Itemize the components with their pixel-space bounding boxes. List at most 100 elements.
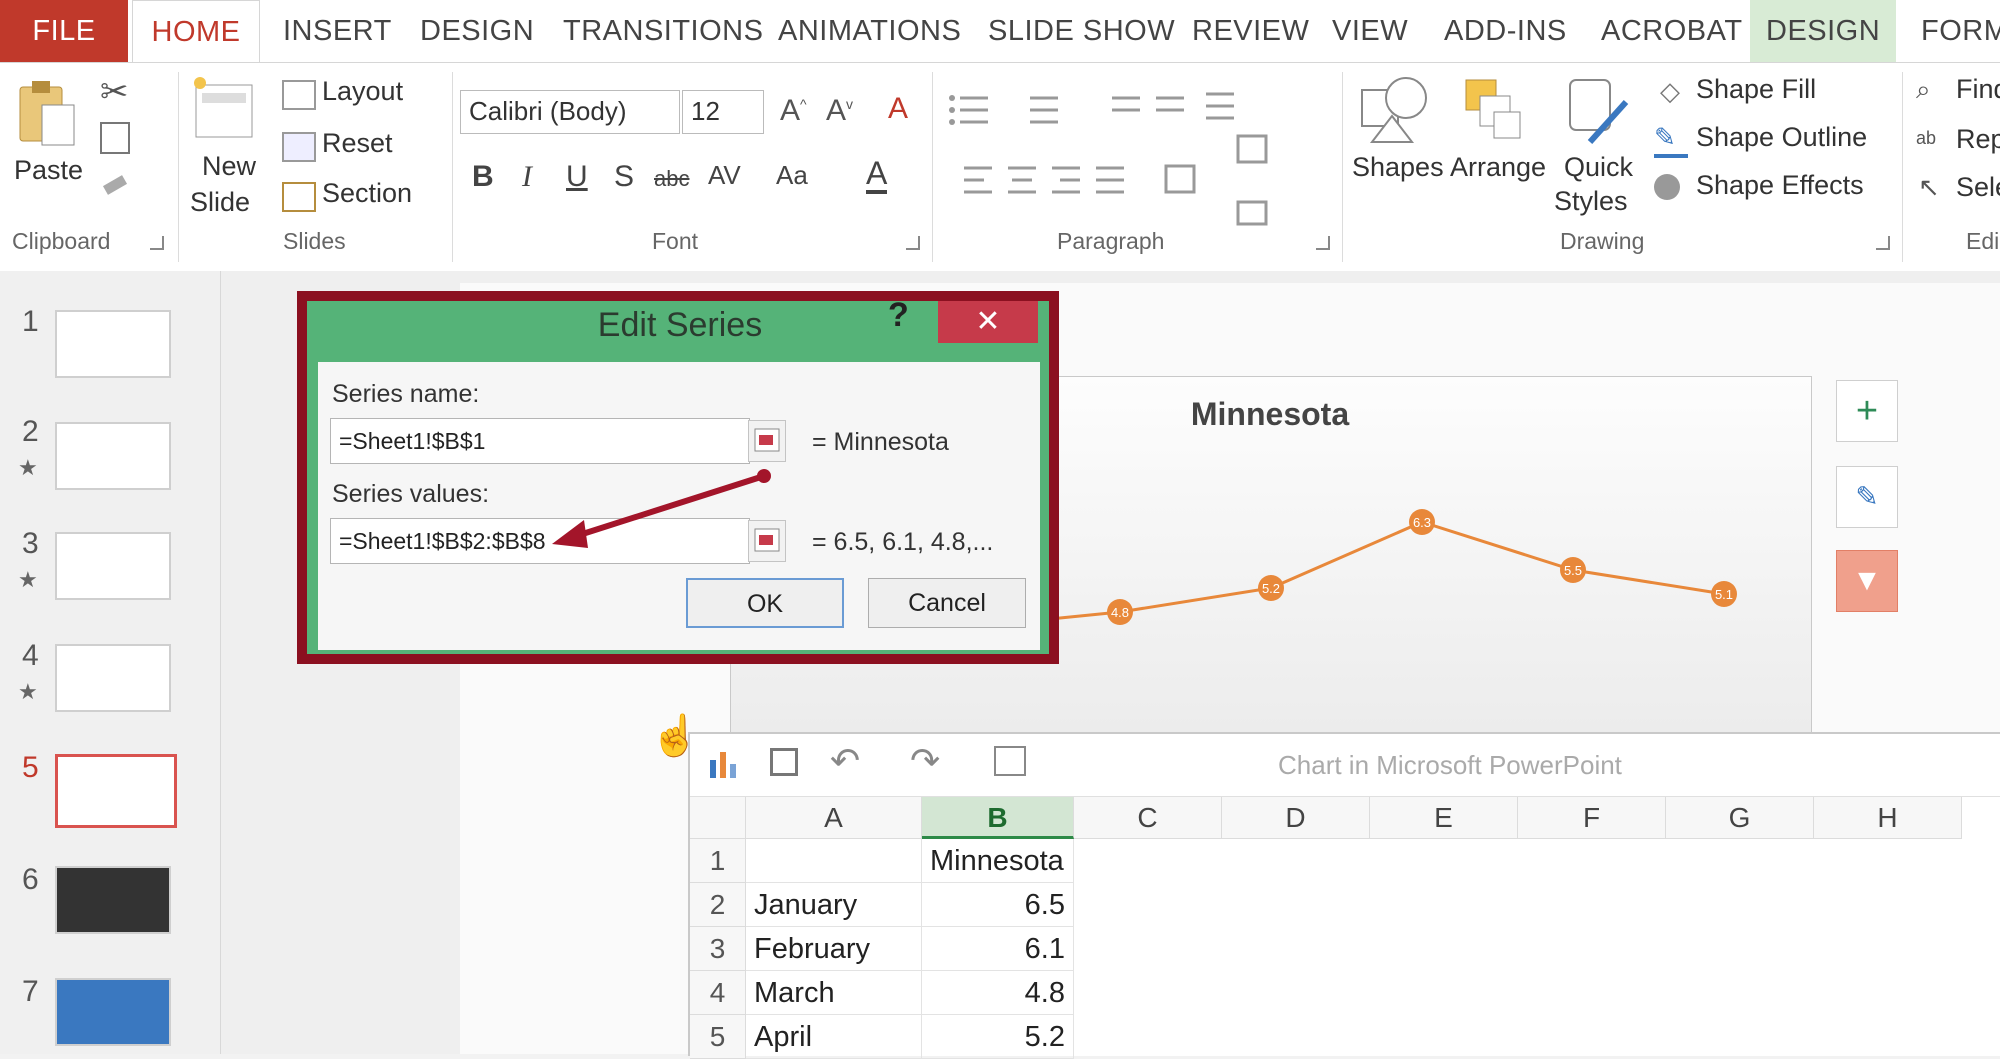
save-icon[interactable] [770,748,798,776]
series-name-input[interactable]: =Sheet1!$B$1 [330,418,750,464]
slide-thumbnail-2[interactable] [55,422,171,490]
row-header[interactable]: 4 [690,971,746,1015]
tab-review[interactable]: REVIEW [1192,0,1309,62]
close-button[interactable]: ✕ [938,301,1038,343]
new-slide-button[interactable]: New Slide [190,75,270,225]
cell-b1[interactable]: Minnesota [922,839,1074,883]
bold-icon[interactable]: B [472,160,494,194]
paste-button[interactable]: Paste [12,75,84,205]
cell-a2[interactable]: January [746,883,922,927]
chart-styles-button[interactable]: ✎ [1836,466,1898,528]
shadow-icon[interactable]: S [614,160,634,194]
tab-view[interactable]: VIEW [1332,0,1408,62]
cell-b5[interactable]: 5.2 [922,1015,1074,1059]
tab-chart-design[interactable]: DESIGN [1750,0,1897,62]
shape-effects-label: Shape Effects [1696,170,1864,200]
tab-acrobat[interactable]: ACROBAT [1601,0,1743,62]
column-header-selected[interactable]: B [922,797,1074,839]
chart-icon[interactable] [708,748,742,785]
slide-thumbnail-1[interactable] [55,310,171,378]
chart-elements-button[interactable]: + [1836,380,1898,442]
clear-formatting-icon[interactable]: A [888,92,908,126]
tab-insert[interactable]: INSERT [283,0,392,62]
row-header[interactable]: 2 [690,883,746,927]
drawing-launcher-icon[interactable] [1876,236,1890,250]
edit-data-in-excel-icon[interactable] [994,746,1026,776]
cell-b2[interactable]: 6.5 [922,883,1074,927]
animation-star-icon: ★ [18,679,38,704]
annotation-arrow-icon [552,469,771,548]
slide-thumbnail-6[interactable] [55,866,171,934]
series-name-label: Series name: [332,380,480,408]
column-header[interactable]: G [1666,797,1814,839]
section-label: Section [322,178,413,208]
clipboard-launcher-icon[interactable] [150,236,164,250]
italic-icon[interactable]: I [522,160,532,194]
shapes-button[interactable]: Shapes [1352,72,1448,222]
copy-icon[interactable] [100,122,130,154]
tab-design[interactable]: DESIGN [420,0,534,62]
column-header[interactable]: F [1518,797,1666,839]
grow-font-icon[interactable]: A^ [780,94,807,128]
quick-styles-button[interactable]: Quick Styles [1550,72,1650,222]
cell-b4[interactable]: 4.8 [922,971,1074,1015]
tab-format[interactable]: FORMA [1921,0,2000,62]
cell-a1[interactable] [746,839,922,883]
tab-transitions[interactable]: TRANSITIONS [563,0,763,62]
ok-button[interactable]: OK [686,578,844,628]
new-slide-icon [194,77,253,138]
chart-filters-button[interactable]: ▼ [1836,550,1898,612]
column-header[interactable]: D [1222,797,1370,839]
font-color-icon[interactable]: A [866,156,888,194]
strikethrough-icon[interactable]: abc [654,166,689,192]
paragraph-launcher-icon[interactable] [1316,236,1330,250]
collapse-range-icon[interactable] [748,420,786,462]
effects-icon [1654,174,1680,200]
row-header[interactable]: 5 [690,1015,746,1059]
tab-animations[interactable]: ANIMATIONS [778,0,961,62]
layout-icon [282,80,316,110]
column-header[interactable]: C [1074,797,1222,839]
help-button[interactable]: ? [888,296,909,335]
paste-label: Paste [14,155,84,185]
cell-b3[interactable]: 6.1 [922,927,1074,971]
column-header[interactable]: E [1370,797,1518,839]
font-name-input[interactable]: Calibri (Body) [460,90,680,134]
tab-add-ins[interactable]: ADD-INS [1444,0,1567,62]
layout-label: Layout [322,76,404,106]
group-divider [178,72,179,262]
chart-title[interactable]: Minnesota [1180,396,1360,433]
slide-thumbnail-4[interactable] [55,644,171,712]
column-header[interactable]: H [1814,797,1962,839]
shapes-icon [1361,77,1427,143]
tab-slide-show[interactable]: SLIDE SHOW [988,0,1175,62]
slide-number: 1 [22,305,39,338]
slide-thumbnail-3[interactable] [55,532,171,600]
cut-icon[interactable]: ✂ [100,72,129,112]
cell-a4[interactable]: March [746,971,922,1015]
slide-thumbnail-7[interactable] [55,978,171,1046]
redo-icon[interactable]: ↷ [910,740,940,782]
undo-icon[interactable]: ↶ [830,740,860,782]
character-spacing-icon[interactable]: AV [708,160,741,191]
chart-series-line[interactable]: 4.8 5.2 6.3 5.5 5.1 [1040,470,1780,670]
row-header[interactable]: 1 [690,839,746,883]
row-header[interactable]: 3 [690,927,746,971]
animation-star-icon: ★ [18,455,38,480]
font-size-input[interactable]: 12 [682,90,764,134]
editing-group-label: Edi [1966,228,2000,254]
font-launcher-icon[interactable] [906,236,920,250]
tab-file[interactable]: FILE [0,0,128,62]
cancel-button[interactable]: Cancel [868,578,1026,628]
select-all-corner[interactable] [690,797,746,839]
cell-a5[interactable]: April [746,1015,922,1059]
tab-home[interactable]: HOME [132,0,260,63]
column-header[interactable]: A [746,797,922,839]
shape-fill-label: Shape Fill [1696,74,1817,104]
underline-icon[interactable]: U [566,160,588,194]
change-case-icon[interactable]: Aa [776,160,808,191]
shrink-font-icon[interactable]: Av [826,94,853,128]
arrange-button[interactable]: Arrange [1450,72,1550,222]
cell-a3[interactable]: February [746,927,922,971]
slide-thumbnail-5-selected[interactable] [55,754,177,828]
